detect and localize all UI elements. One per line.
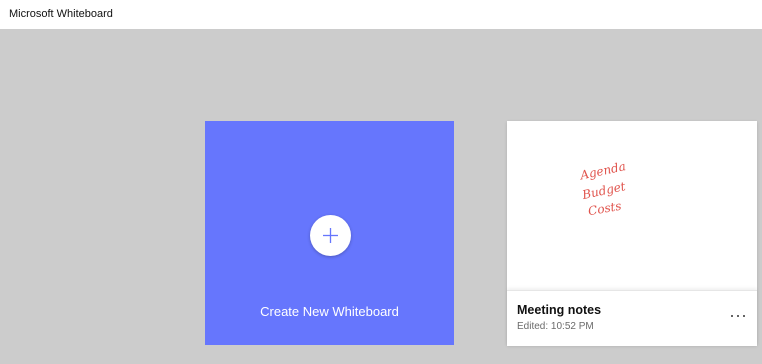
- title-bar: Microsoft Whiteboard: [0, 0, 762, 29]
- create-new-whiteboard-label: Create New Whiteboard: [260, 304, 399, 319]
- board-footer: Meeting notes Edited: 10:52 PM: [507, 290, 757, 346]
- handwritten-ink: Agenda Budget Costs: [578, 159, 627, 219]
- board-edited-time: Edited: 10:52 PM: [517, 321, 594, 332]
- whiteboard-app: Microsoft Whiteboard Create New Whiteboa…: [0, 0, 762, 364]
- ink-line-costs: Costs: [587, 199, 622, 219]
- create-new-whiteboard-button[interactable]: Create New Whiteboard: [205, 121, 454, 345]
- window-title: Microsoft Whiteboard: [9, 8, 113, 20]
- board-title: Meeting notes: [517, 303, 602, 317]
- plus-icon[interactable]: [310, 215, 351, 256]
- more-options-icon[interactable]: [729, 311, 747, 321]
